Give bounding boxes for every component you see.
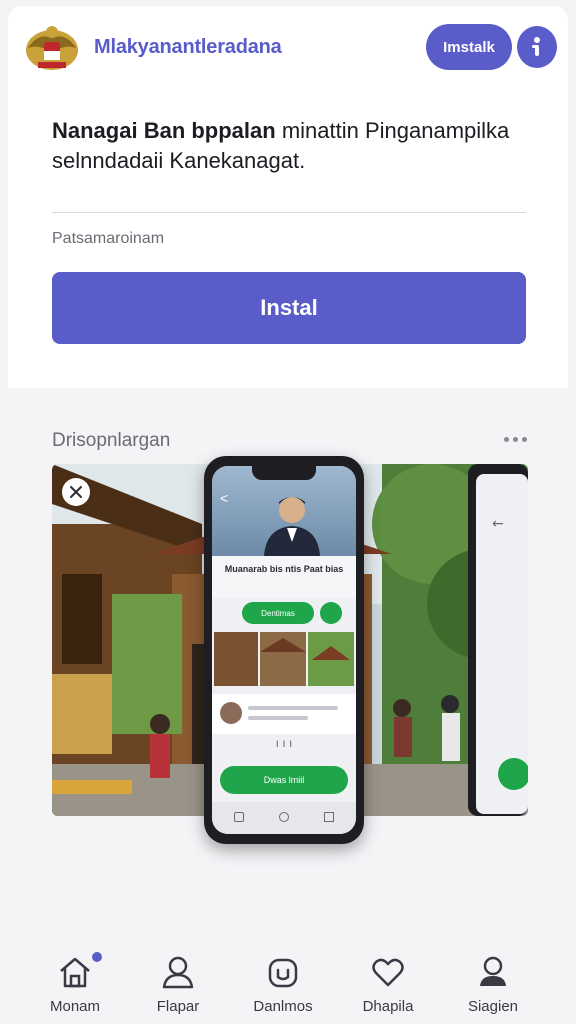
phone-list-row xyxy=(212,694,356,734)
back-arrow-icon[interactable]: < xyxy=(220,490,228,506)
nav-label-profile: Siagien xyxy=(467,998,519,1015)
phone-notch xyxy=(252,466,316,480)
home-icon xyxy=(60,957,90,988)
heart-icon xyxy=(372,958,404,987)
nav-label-home: Monam xyxy=(49,998,101,1015)
more-dots-icon[interactable] xyxy=(504,434,528,444)
phone-dots: ı ı ı xyxy=(275,736,293,750)
phone-green-button[interactable]: Dwas lmiil xyxy=(220,766,348,794)
person-icon xyxy=(162,956,194,989)
sublabel: Patsamaroinam xyxy=(52,230,165,247)
garuda-emblem-icon xyxy=(24,22,80,72)
bottom-nav: Monam Flapar Danlmos Dhapila Siagien xyxy=(0,944,576,1024)
nav-item-profile[interactable]: Siagien xyxy=(448,944,538,1015)
official-portrait-icon xyxy=(264,497,320,556)
app-card: Mlakyanantleradana Imstalk Nanagai Ban b… xyxy=(8,6,568,388)
app-name: Mlakyanantleradana xyxy=(94,36,282,58)
headline-bold: Nanagai Ban bppalan xyxy=(52,118,276,143)
phone-mockup: < Muanarab bis ntis Paat bias Dentimas ı… xyxy=(204,456,364,844)
check-icon[interactable] xyxy=(320,602,342,624)
nav-item-heart[interactable]: Dhapila xyxy=(343,944,433,1015)
nav-label-camera: Danlmos xyxy=(253,998,313,1015)
close-icon xyxy=(70,486,82,498)
info-person-icon xyxy=(532,37,540,56)
phone-title: Muanarab bis ntis Paat bias xyxy=(212,556,356,598)
nav-label-heart: Dhapila xyxy=(362,998,414,1015)
nav-item-camera[interactable]: Danlmos xyxy=(238,944,328,1015)
header: Mlakyanantleradana Imstalk xyxy=(8,6,568,86)
phone-image-grid xyxy=(214,632,354,686)
phone-nav-bar xyxy=(212,802,356,834)
notification-dot xyxy=(92,952,102,962)
svg-text:←: ← xyxy=(492,516,504,532)
gallery-section-title: Drisopnlargan xyxy=(52,430,171,451)
camera-icon xyxy=(268,958,298,988)
info-button[interactable] xyxy=(517,26,557,68)
instal-button[interactable]: Instal xyxy=(52,272,526,344)
install-pill-button[interactable]: Imstalk xyxy=(426,24,512,70)
phone-chip[interactable]: Dentimas xyxy=(242,602,314,624)
profile-icon xyxy=(480,956,506,986)
divider xyxy=(52,212,526,213)
nav-label-person: Flapar xyxy=(156,998,200,1015)
phone-screen: < Muanarab bis ntis Paat bias Dentimas ı… xyxy=(212,466,356,834)
close-button[interactable] xyxy=(62,478,90,506)
headline: Nanagai Ban bppalan minattin Pinganampil… xyxy=(52,116,532,176)
nav-item-person[interactable]: Flapar xyxy=(133,944,223,1015)
nav-item-home[interactable]: Monam xyxy=(30,944,120,1015)
